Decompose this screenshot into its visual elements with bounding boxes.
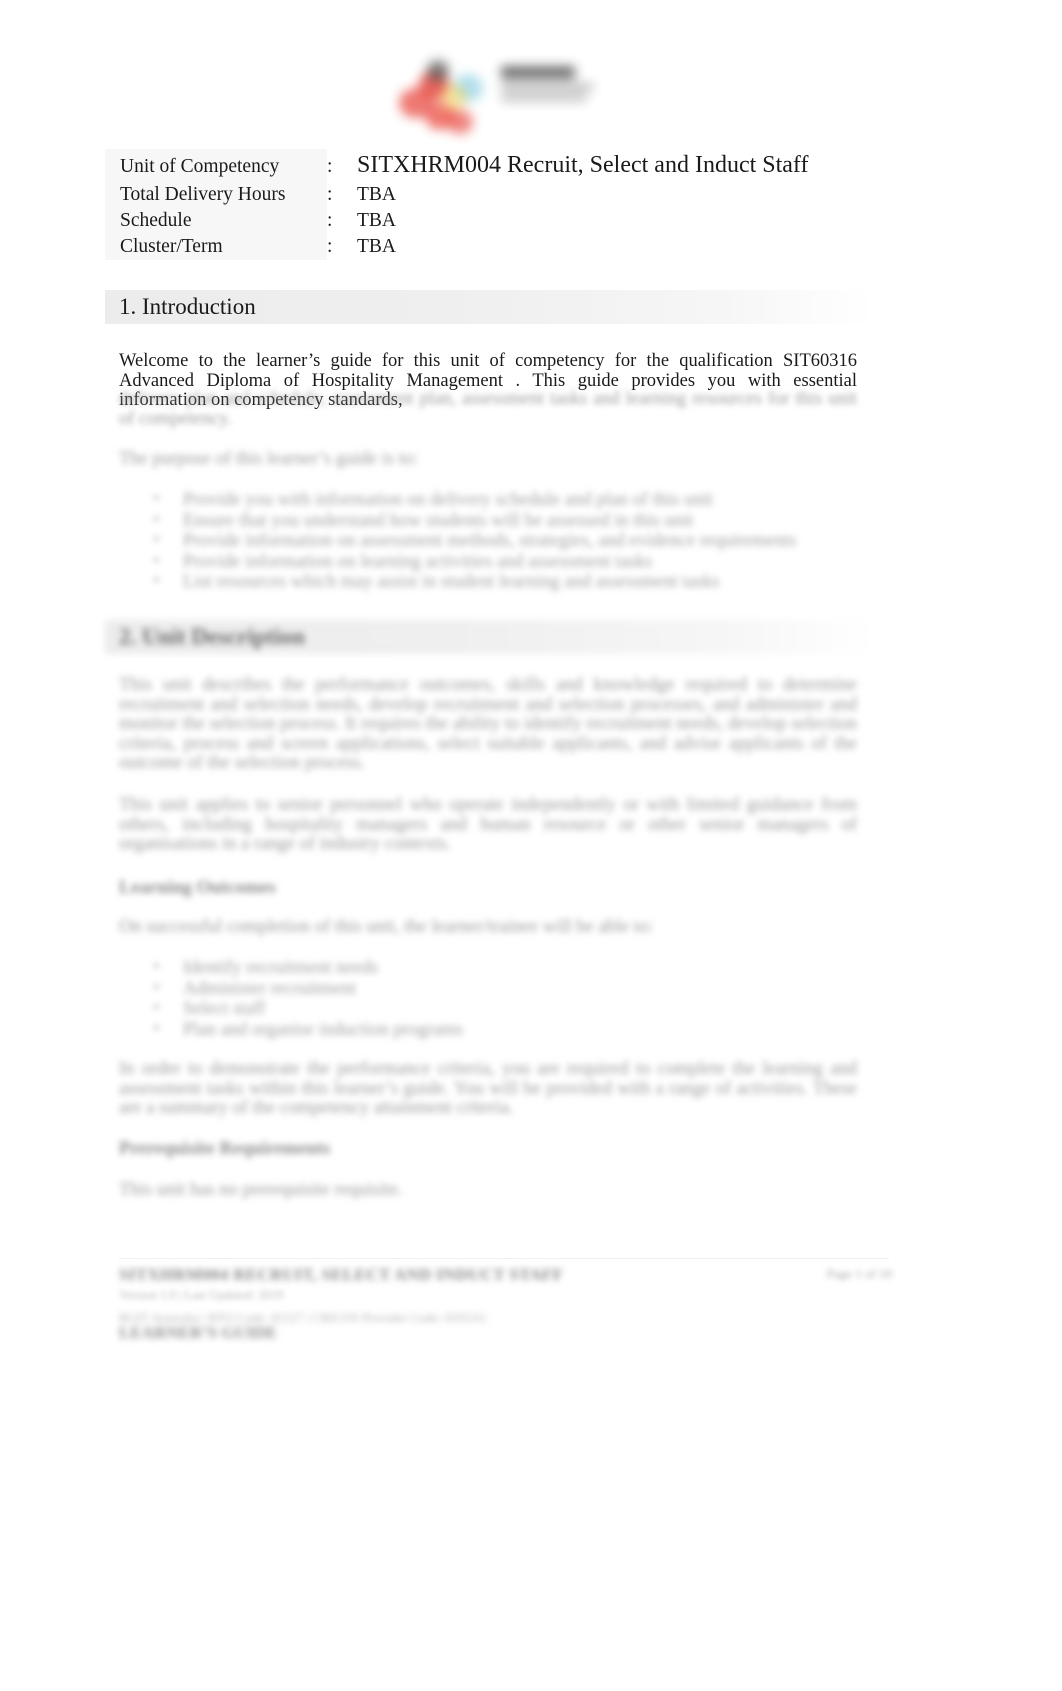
footer-unit-title: SITXHRM004 RECRUIT, SELECT AND INDUCT ST… <box>119 1265 564 1284</box>
list-item: Select staff <box>148 998 868 1020</box>
schedule-label: Schedule <box>105 208 327 234</box>
footer-document-type: LEARNER’S GUIDE <box>119 1323 278 1342</box>
separator-colon: : <box>327 236 333 258</box>
table-row: Total Delivery Hours : TBA <box>105 182 914 208</box>
list-item: Administer recruitment <box>148 978 868 1000</box>
document-page: Unit of Competency : SITXHRM004 Recruit,… <box>0 0 1062 1691</box>
unit-of-competency-label: Unit of Competency <box>105 149 327 184</box>
schedule-value: TBA <box>357 210 396 232</box>
unit-description-paragraph-1: This unit describes the performance outc… <box>119 675 857 774</box>
separator-colon: : <box>327 210 333 232</box>
unit-info-table: Unit of Competency : SITXHRM004 Recruit,… <box>105 148 914 260</box>
list-item: Identify recruitment needs <box>148 957 868 979</box>
total-delivery-hours-value: TBA <box>357 184 396 206</box>
unit-of-competency-value: SITXHRM004 Recruit, Select and Induct St… <box>357 151 809 178</box>
table-row: Cluster/Term : TBA <box>105 234 914 260</box>
list-item: List resources which may assist in stude… <box>148 571 868 593</box>
list-item: Plan and organise induction programs <box>148 1019 868 1041</box>
table-row: Unit of Competency : SITXHRM004 Recruit,… <box>105 148 914 184</box>
subheading-prerequisite-requirements: Prerequisite Requirements <box>119 1139 331 1159</box>
section-heading-unit-description: 2. Unit Description <box>105 620 874 654</box>
logo-mark-icon <box>397 58 493 134</box>
subheading-learning-outcomes: Learning Outcomes <box>119 878 276 898</box>
list-item: Ensure that you understand how students … <box>148 510 868 532</box>
list-item: Provide information on learning activiti… <box>148 551 868 573</box>
assessment-note-paragraph: In order to demonstrate the performance … <box>119 1059 857 1119</box>
footer-divider <box>119 1258 889 1259</box>
purpose-bullet-list: Provide you with information on delivery… <box>148 489 868 593</box>
separator-colon: : <box>327 155 333 177</box>
cluster-term-value: TBA <box>357 236 396 258</box>
introduction-paragraph-tail: delivery plan and schedule, assessment p… <box>119 389 857 429</box>
cluster-term-label: Cluster/Term <box>105 234 327 260</box>
separator-colon: : <box>327 184 333 206</box>
list-item: Provide you with information on delivery… <box>148 489 868 511</box>
footer-version-info: Version 1.0 | Last Updated: 2019 <box>119 1288 284 1302</box>
organisation-logo <box>389 52 601 136</box>
list-item: Provide information on assessment method… <box>148 530 868 552</box>
footer-page-number: Page 1 of 10 <box>826 1266 892 1281</box>
learning-outcomes-lead: On successful completion of this unit, t… <box>119 917 654 937</box>
learning-outcomes-list: Identify recruitment needs Administer re… <box>148 957 868 1041</box>
purpose-lead-text: The purpose of this learner’s guide is t… <box>119 449 419 469</box>
unit-description-paragraph-2: This unit applies to senior personnel wh… <box>119 795 857 855</box>
section-heading-introduction: 1. Introduction <box>105 290 874 324</box>
prerequisite-body-paragraph: This unit has no prerequisite requisite. <box>119 1180 403 1200</box>
total-delivery-hours-label: Total Delivery Hours <box>105 182 327 208</box>
table-row: Schedule : TBA <box>105 208 914 234</box>
logo-wordmark <box>501 66 597 112</box>
